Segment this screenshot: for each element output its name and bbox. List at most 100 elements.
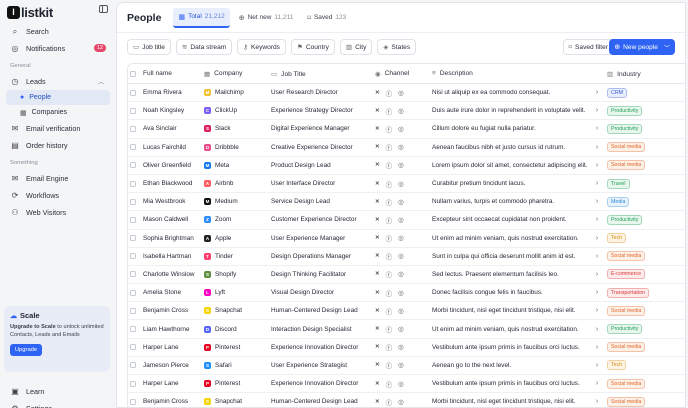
cell-company[interactable]: D Dribbble: [204, 143, 271, 151]
sidebar-item-notifications[interactable]: ◎ Notifications 12: [6, 40, 110, 57]
row-expand-chevron-icon[interactable]: ›: [587, 162, 607, 169]
row-expand-chevron-icon[interactable]: ›: [587, 107, 607, 114]
facebook-icon[interactable]: ⓕ: [386, 306, 393, 316]
chevron-down-icon[interactable]: ﹀: [664, 43, 670, 52]
cell-company[interactable]: S Snapchat: [204, 307, 271, 315]
sidebar-item-web-visitors[interactable]: ⚇ Web Visitors: [6, 204, 110, 221]
col-header-company[interactable]: ▦ Company: [204, 70, 271, 78]
instagram-icon[interactable]: ◎: [398, 180, 404, 188]
col-header-description[interactable]: ≡ Description: [432, 70, 587, 77]
row-expand-chevron-icon[interactable]: ›: [587, 326, 607, 333]
facebook-icon[interactable]: ⓕ: [386, 342, 393, 352]
cell-company[interactable]: D Discord: [204, 325, 271, 333]
cell-company[interactable]: M Meta: [204, 161, 271, 169]
filter-city[interactable]: ▥ City: [339, 39, 373, 55]
instagram-icon[interactable]: ◎: [398, 143, 404, 151]
cell-company[interactable]: P Pinterest: [204, 343, 271, 351]
col-header-name[interactable]: Full name: [138, 70, 204, 77]
instagram-icon[interactable]: ◎: [398, 380, 404, 388]
row-checkbox[interactable]: [130, 307, 136, 314]
linkedin-icon[interactable]: ✕: [375, 126, 380, 132]
row-checkbox[interactable]: [130, 235, 136, 242]
facebook-icon[interactable]: ⓕ: [386, 233, 393, 243]
sidebar-item-people[interactable]: ● People: [6, 90, 110, 105]
instagram-icon[interactable]: ◎: [398, 234, 404, 242]
cell-company[interactable]: M Medium: [204, 198, 271, 206]
table-row[interactable]: Benjamin Cross S Snapchat Human-Centered De…: [128, 302, 685, 321]
col-header-channel[interactable]: ◉ Channel: [375, 70, 432, 78]
row-expand-chevron-icon[interactable]: ›: [587, 307, 607, 314]
facebook-icon[interactable]: ⓕ: [386, 360, 393, 370]
table-row[interactable]: Noah Kingsley C ClickUp Experience Strategy…: [128, 102, 685, 121]
facebook-icon[interactable]: ⓕ: [386, 88, 393, 98]
instagram-icon[interactable]: ◎: [398, 107, 404, 115]
linkedin-icon[interactable]: ✕: [375, 181, 380, 187]
filter-keywords[interactable]: ⚷ Keywords: [237, 39, 286, 55]
cell-company[interactable]: S Safari: [204, 361, 271, 369]
cell-company[interactable]: S Slack: [204, 125, 271, 133]
table-row[interactable]: Emma Rivera M Mailchimp User Research Direc…: [128, 84, 685, 103]
cell-full-name[interactable]: Mason Caldwell: [138, 216, 204, 223]
sidebar-item-order-history[interactable]: ▤ Order history: [6, 137, 110, 154]
row-expand-chevron-icon[interactable]: ›: [587, 362, 607, 369]
facebook-icon[interactable]: ⓕ: [386, 215, 393, 225]
cell-company[interactable]: S Snapchat: [204, 398, 271, 406]
row-checkbox[interactable]: [130, 253, 136, 260]
row-checkbox[interactable]: [130, 289, 136, 296]
instagram-icon[interactable]: ◎: [398, 161, 404, 169]
cell-full-name[interactable]: Lucas Fairchild: [138, 144, 204, 151]
instagram-icon[interactable]: ◎: [398, 398, 404, 406]
facebook-icon[interactable]: ⓕ: [386, 251, 393, 261]
table-row[interactable]: Jameson Pierce S Safari User Experience Str…: [128, 357, 685, 375]
linkedin-icon[interactable]: ✕: [375, 144, 380, 150]
row-checkbox[interactable]: [130, 144, 136, 151]
app-logo[interactable]: l listkit: [6, 1, 110, 23]
cell-full-name[interactable]: Ava Sinclair: [138, 125, 204, 132]
facebook-icon[interactable]: ⓕ: [386, 379, 393, 389]
linkedin-icon[interactable]: ✕: [375, 399, 380, 405]
sidebar-item-settings[interactable]: ⚙ Settings: [6, 400, 52, 408]
row-expand-chevron-icon[interactable]: ›: [587, 380, 607, 387]
instagram-icon[interactable]: ◎: [398, 270, 404, 278]
row-checkbox[interactable]: [130, 271, 136, 278]
cell-full-name[interactable]: Emma Rivera: [138, 89, 204, 96]
instagram-icon[interactable]: ◎: [398, 325, 404, 333]
row-expand-chevron-icon[interactable]: ›: [587, 235, 607, 242]
row-checkbox[interactable]: [130, 326, 136, 333]
cell-full-name[interactable]: Harper Lane: [138, 380, 204, 387]
table-row[interactable]: Ethan Blackwood A Airbnb User Interface Dir…: [128, 175, 685, 194]
cell-full-name[interactable]: Benjamin Cross: [138, 307, 204, 314]
cell-company[interactable]: A Airbnb: [204, 180, 271, 188]
linkedin-icon[interactable]: ✕: [375, 235, 380, 241]
instagram-icon[interactable]: ◎: [398, 216, 404, 224]
linkedin-icon[interactable]: ✕: [375, 381, 380, 387]
table-row[interactable]: Harper Lane P Pinterest Experience Innovati…: [128, 339, 685, 357]
instagram-icon[interactable]: ◎: [398, 125, 404, 133]
table-row[interactable]: Mason Caldwell Z Zoom Customer Experience D…: [128, 211, 685, 230]
row-checkbox[interactable]: [130, 125, 136, 132]
row-checkbox[interactable]: [130, 162, 136, 169]
cell-full-name[interactable]: Ethan Blackwood: [138, 180, 204, 187]
cell-company[interactable]: T Tinder: [204, 252, 271, 260]
new-people-button[interactable]: ⊕ New people ﹀: [609, 39, 675, 55]
linkedin-icon[interactable]: ✕: [375, 108, 380, 114]
cell-company[interactable]: S Shopify: [204, 270, 271, 278]
row-checkbox[interactable]: [130, 344, 136, 351]
row-expand-chevron-icon[interactable]: ›: [587, 398, 607, 405]
linkedin-icon[interactable]: ✕: [375, 90, 380, 96]
cell-full-name[interactable]: Oliver Greenfield: [138, 162, 204, 169]
row-expand-chevron-icon[interactable]: ›: [587, 271, 607, 278]
row-checkbox[interactable]: [130, 362, 136, 369]
linkedin-icon[interactable]: ✕: [375, 362, 380, 368]
row-expand-chevron-icon[interactable]: ›: [587, 125, 607, 132]
facebook-icon[interactable]: ⓕ: [386, 160, 393, 170]
linkedin-icon[interactable]: ✕: [375, 162, 380, 168]
table-row[interactable]: Harper Lane P Pinterest Experience Innovati…: [128, 375, 685, 394]
cell-full-name[interactable]: Charlotte Winslow: [138, 271, 204, 278]
row-expand-chevron-icon[interactable]: ›: [587, 344, 607, 351]
col-header-industry[interactable]: ▥ Industry: [607, 70, 677, 78]
cell-full-name[interactable]: Amelia Stone: [138, 289, 204, 296]
tab-total[interactable]: ▦ Total 21,212: [173, 7, 230, 28]
table-row[interactable]: Oliver Greenfield M Meta Product Design Lea…: [128, 157, 685, 175]
sidebar-item-leads[interactable]: ◷ Leads ︿: [6, 73, 110, 90]
